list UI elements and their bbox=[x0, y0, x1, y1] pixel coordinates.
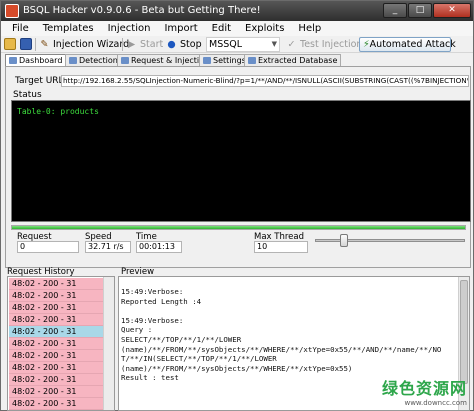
preview-line: (name)/**/FROM/**/sysObjects/**/WHERE/**… bbox=[121, 363, 353, 373]
preview-line: Reported Length :4 bbox=[121, 296, 202, 306]
window-title: BSQL Hacker v0.9.0.6 - Beta but Getting … bbox=[23, 5, 261, 16]
history-row[interactable]: 48:02 - 200 - 31 bbox=[9, 314, 103, 326]
watermark-main: 绿色资源网 bbox=[381, 379, 467, 398]
injection-wizard-button[interactable]: ✎ Injection Wizard bbox=[39, 37, 130, 52]
tab-settings-label: Settings bbox=[213, 56, 246, 65]
history-row[interactable]: 48:02 - 200 - 31 bbox=[9, 278, 103, 290]
start-label: Start bbox=[140, 39, 164, 50]
automated-attack-button[interactable]: ⚡Automated Attack bbox=[359, 37, 456, 52]
wand-icon: ✎ bbox=[40, 39, 49, 50]
stop-icon: ● bbox=[167, 39, 176, 50]
request-icon bbox=[121, 57, 129, 64]
menu-templates[interactable]: Templates bbox=[36, 23, 101, 34]
preview-line: (name)/**/FROM/**/sysObjects/**/WHERE/**… bbox=[121, 344, 442, 354]
injection-wizard-label: Injection Wizard bbox=[53, 39, 130, 50]
test-injection-button[interactable]: ✓ Test Injection bbox=[286, 37, 363, 52]
tab-extracted-database[interactable]: Extracted Database bbox=[244, 54, 342, 66]
app-window: BSQL Hacker v0.9.0.6 - Beta but Getting … bbox=[0, 0, 474, 411]
preview-line: T/**/IN(SELECT/**/TOP/**/1/**/LOWER bbox=[121, 354, 277, 364]
tab-strip: Dashboard Detection Request & Injection … bbox=[1, 54, 473, 67]
toolbar-separator bbox=[122, 38, 123, 51]
window-controls: _ □ ✕ bbox=[383, 3, 471, 19]
menu-bar: File Templates Injection Import Edit Exp… bbox=[1, 21, 473, 36]
menu-edit[interactable]: Edit bbox=[205, 23, 238, 34]
preview-line: SELECT/**/TOP/**/1/**/LOWER bbox=[121, 335, 242, 344]
history-row[interactable]: 48:02 - 200 - 31 bbox=[9, 362, 103, 374]
request-stat: Request 0 bbox=[17, 231, 81, 254]
thread-slider-thumb[interactable] bbox=[340, 234, 348, 247]
menu-import[interactable]: Import bbox=[157, 23, 204, 34]
status-text: Table-0: products bbox=[17, 107, 99, 116]
open-folder-icon[interactable] bbox=[4, 38, 16, 50]
max-thread-value[interactable]: 10 bbox=[254, 241, 308, 253]
test-injection-label: Test Injection bbox=[300, 39, 363, 50]
tab-extracted-database-label: Extracted Database bbox=[258, 56, 338, 65]
preview-line: Result : test bbox=[121, 373, 179, 383]
tab-detection[interactable]: Detection bbox=[65, 54, 122, 66]
tab-request-injection-label: Request & Injection bbox=[131, 56, 210, 65]
history-row[interactable]: 48:02 - 200 - 31 bbox=[9, 338, 103, 350]
progress-bar bbox=[11, 225, 466, 230]
tab-settings[interactable]: Settings bbox=[199, 54, 250, 66]
database-icon bbox=[248, 57, 256, 64]
menu-help[interactable]: Help bbox=[291, 23, 328, 34]
dashboard-icon bbox=[9, 57, 17, 64]
history-row[interactable]: 48:02 - 200 - 31 bbox=[9, 350, 103, 362]
tab-dashboard-label: Dashboard bbox=[19, 56, 63, 65]
app-icon bbox=[5, 4, 19, 18]
preview-scroll-thumb[interactable] bbox=[460, 280, 468, 384]
attack-icon: ⚡ bbox=[363, 39, 370, 50]
speed-value: 32.71 r/s bbox=[85, 241, 131, 253]
title-bar[interactable]: BSQL Hacker v0.9.0.6 - Beta but Getting … bbox=[1, 1, 473, 21]
chevron-down-icon: ▼ bbox=[271, 40, 277, 48]
detection-icon bbox=[69, 57, 77, 64]
preview-line: Query : bbox=[121, 325, 153, 335]
preview-line: 15:49:Verbose: bbox=[121, 287, 184, 296]
stop-label: Stop bbox=[180, 39, 202, 50]
history-row[interactable]: 48:02 - 200 - 31 bbox=[9, 290, 103, 302]
speed-stat: Speed 32.71 r/s bbox=[85, 231, 131, 254]
max-thread-stat: Max Thread 10 bbox=[254, 231, 310, 254]
menu-exploits[interactable]: Exploits bbox=[238, 23, 291, 34]
status-label: Status bbox=[13, 90, 42, 100]
menu-injection[interactable]: Injection bbox=[101, 23, 158, 34]
time-stat: Time 00:01:13 bbox=[136, 231, 184, 254]
history-row[interactable]: 48:02 - 200 - 31 bbox=[9, 386, 103, 398]
menu-file[interactable]: File bbox=[5, 23, 36, 34]
history-row[interactable]: 48:02 - 200 - 31 bbox=[9, 398, 103, 410]
close-button[interactable]: ✕ bbox=[433, 3, 471, 18]
status-console: Table-0: products bbox=[11, 100, 471, 222]
stop-button[interactable]: ● Stop bbox=[166, 37, 202, 52]
request-history-list[interactable]: 48:02 - 200 - 31 48:02 - 200 - 31 48:02 - … bbox=[7, 276, 115, 411]
tab-detection-label: Detection bbox=[79, 56, 118, 65]
request-value: 0 bbox=[17, 241, 79, 253]
history-row[interactable]: 48:02 - 200 - 31 bbox=[9, 326, 103, 338]
time-value: 00:01:13 bbox=[136, 241, 182, 253]
history-row[interactable]: 48:02 - 200 - 31 bbox=[9, 302, 103, 314]
history-row[interactable]: 48:02 - 200 - 31 bbox=[9, 374, 103, 386]
thread-slider-track[interactable] bbox=[315, 239, 465, 242]
history-scrollbar[interactable] bbox=[103, 277, 114, 410]
check-icon: ✓ bbox=[287, 39, 296, 50]
toolbar: ✎ Injection Wizard ▶ Start ● Stop MSSQL ▼ ✓… bbox=[1, 36, 473, 53]
toolbar-separator bbox=[35, 38, 36, 51]
save-icon[interactable] bbox=[20, 38, 32, 50]
watermark-sub: www.downcc.com bbox=[404, 399, 467, 407]
start-button[interactable]: ▶ Start bbox=[126, 37, 163, 52]
target-url-input[interactable]: http://192.168.2.55/SQLInjection-Numeric… bbox=[61, 75, 469, 87]
maximize-button[interactable]: □ bbox=[408, 3, 432, 18]
database-type-select[interactable]: MSSQL ▼ bbox=[206, 37, 280, 52]
progress-fill bbox=[12, 226, 465, 229]
gear-icon bbox=[203, 57, 211, 64]
watermark-logo: 绿色资源网 www.downcc.com bbox=[382, 375, 467, 407]
minimize-button[interactable]: _ bbox=[383, 3, 407, 18]
play-icon: ▶ bbox=[127, 39, 136, 50]
database-type-value: MSSQL bbox=[209, 39, 243, 50]
preview-line: 15:49:Verbose: bbox=[121, 315, 184, 325]
automated-attack-label: Automated Attack bbox=[369, 39, 456, 50]
